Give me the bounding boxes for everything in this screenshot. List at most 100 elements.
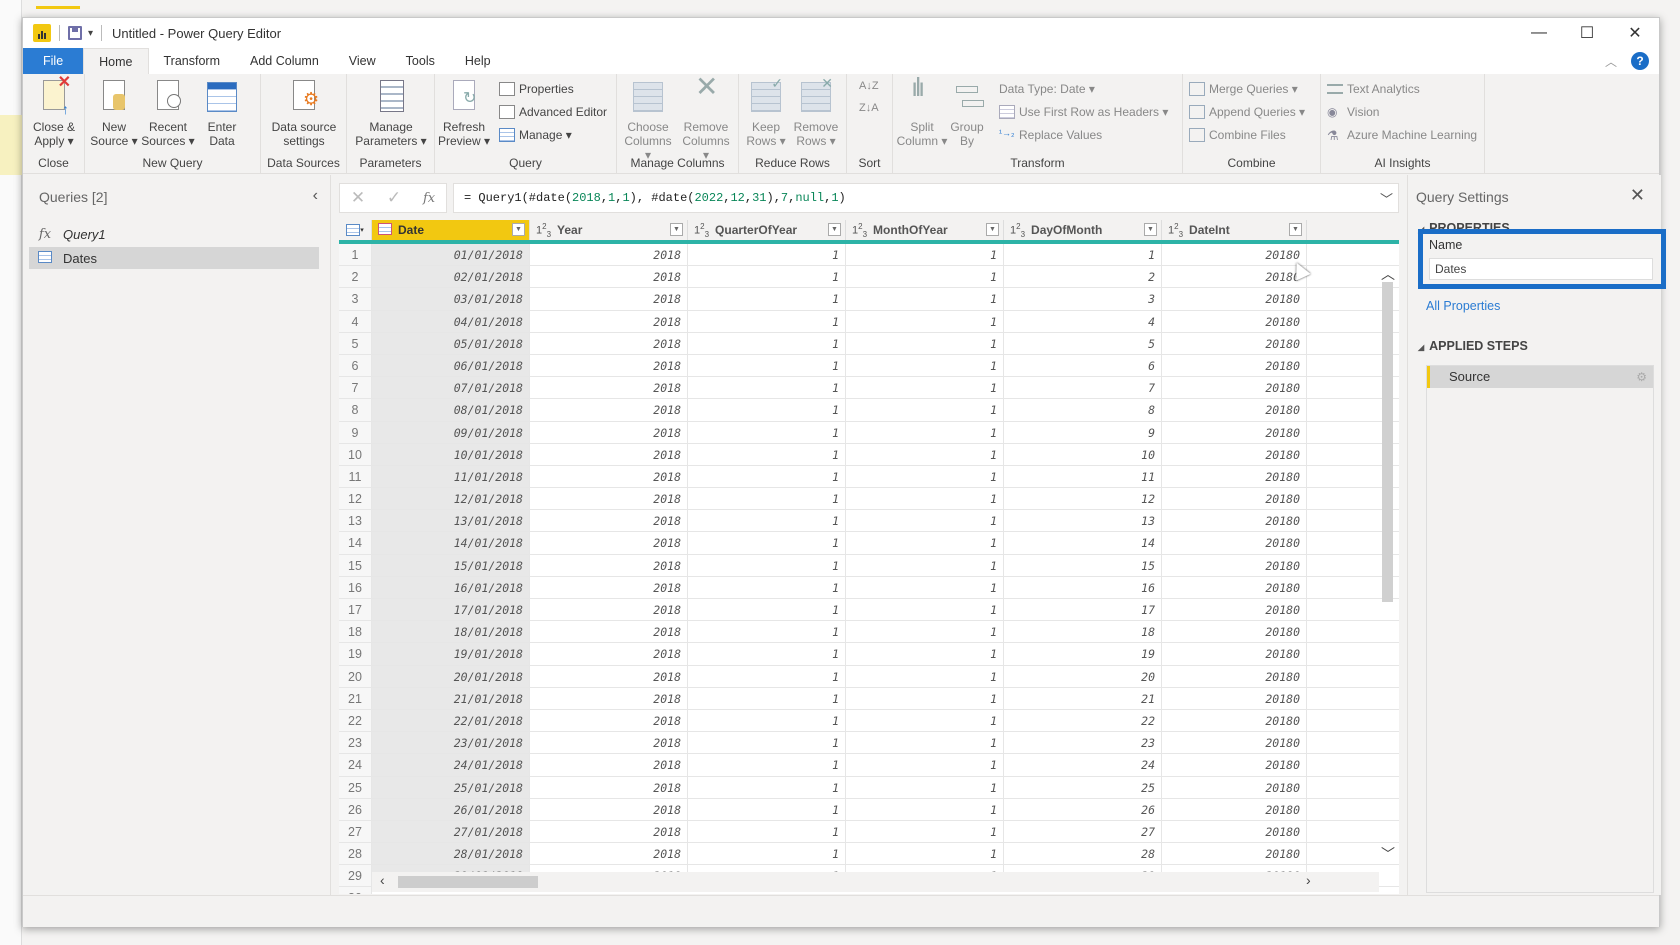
table-cell[interactable]: 16/01/2018 bbox=[372, 576, 530, 598]
table-cell[interactable]: 2018 bbox=[530, 665, 688, 687]
row-number[interactable]: 16 bbox=[339, 576, 372, 598]
table-cell[interactable]: 1 bbox=[688, 465, 846, 488]
table-cell[interactable]: 2018 bbox=[530, 399, 688, 421]
combine-files-button[interactable]: Combine Files bbox=[1189, 128, 1286, 142]
table-cell[interactable]: 1 bbox=[846, 709, 1004, 732]
scroll-up-chevron-icon[interactable]: ︿ bbox=[1381, 264, 1395, 284]
table-cell[interactable]: 18 bbox=[1004, 621, 1162, 643]
table-cell[interactable]: 2018 bbox=[530, 621, 688, 643]
table-cell[interactable]: 2018 bbox=[530, 244, 688, 266]
table-cell[interactable]: 2018 bbox=[530, 820, 688, 843]
table-cell[interactable]: 25 bbox=[1004, 776, 1162, 798]
whole-number-type-icon[interactable]: 123 bbox=[536, 222, 551, 239]
table-cell[interactable]: 1 bbox=[846, 288, 1004, 310]
column-filter-dropdown-icon[interactable]: ▼ bbox=[1289, 223, 1302, 236]
table-cell[interactable]: 2018 bbox=[530, 354, 688, 377]
row-number[interactable]: 13 bbox=[339, 510, 372, 532]
table-cell[interactable]: 1 bbox=[688, 266, 846, 288]
keep-rows-button[interactable]: ✓ Keep Rows ▾ bbox=[739, 76, 793, 148]
table-cell[interactable]: 14/01/2018 bbox=[372, 532, 530, 554]
refresh-preview-button[interactable]: ↻ Refresh Preview ▾ bbox=[437, 80, 491, 148]
table-cell[interactable]: 17 bbox=[1004, 599, 1162, 621]
table-cell[interactable]: 2018 bbox=[530, 732, 688, 754]
cancel-formula-icon[interactable]: ✕ bbox=[351, 188, 365, 208]
table-cell[interactable]: 24 bbox=[1004, 754, 1162, 776]
table-cell[interactable]: 20180 bbox=[1162, 621, 1307, 643]
insert-function-fx-icon[interactable]: fx bbox=[423, 191, 435, 206]
table-cell[interactable]: 20180 bbox=[1162, 288, 1307, 310]
row-number[interactable]: 12 bbox=[339, 488, 372, 510]
table-cell[interactable]: 2018 bbox=[530, 488, 688, 510]
table-cell[interactable]: 1 bbox=[688, 354, 846, 377]
table-cell[interactable]: 2018 bbox=[530, 798, 688, 820]
enter-data-button[interactable]: Enter Data bbox=[195, 80, 249, 148]
table-cell[interactable]: 13 bbox=[1004, 510, 1162, 532]
table-cell[interactable]: 08/01/2018 bbox=[372, 399, 530, 421]
column-filter-dropdown-icon[interactable]: ▼ bbox=[1144, 223, 1157, 236]
table-cell[interactable]: 1 bbox=[688, 798, 846, 820]
table-cell[interactable]: 22/01/2018 bbox=[372, 709, 530, 732]
table-cell[interactable]: 07/01/2018 bbox=[372, 377, 530, 399]
row-number[interactable]: 25 bbox=[339, 776, 372, 798]
column-header-monthofyear[interactable]: 123 MonthOfYear ▼ bbox=[846, 220, 1004, 240]
query-name-input[interactable]: Dates bbox=[1429, 258, 1653, 280]
table-cell[interactable]: 1 bbox=[688, 377, 846, 399]
table-cell[interactable]: 28/01/2018 bbox=[372, 843, 530, 865]
table-cell[interactable]: 1 bbox=[846, 421, 1004, 443]
table-cell[interactable]: 1 bbox=[688, 665, 846, 687]
horizontal-scrollbar[interactable]: ‹ › bbox=[372, 872, 1379, 892]
table-cell[interactable]: 20180 bbox=[1162, 332, 1307, 354]
column-header-date[interactable]: Date ▼ bbox=[372, 220, 530, 240]
table-cell[interactable]: 1 bbox=[688, 576, 846, 598]
table-cell[interactable]: 1 bbox=[688, 732, 846, 754]
close-apply-button[interactable]: ✕ ↑ Close & Apply ▾ bbox=[27, 75, 81, 149]
row-number[interactable]: 1 bbox=[339, 244, 372, 266]
maximize-button[interactable]: ☐ bbox=[1563, 18, 1611, 48]
table-cell[interactable]: 26 bbox=[1004, 798, 1162, 820]
table-cell[interactable]: 1 bbox=[846, 465, 1004, 488]
sort-ascending-button[interactable]: A↓Z bbox=[859, 80, 879, 92]
table-cell[interactable]: 05/01/2018 bbox=[372, 332, 530, 354]
row-number[interactable]: 11 bbox=[339, 465, 372, 488]
table-cell[interactable]: 03/01/2018 bbox=[372, 288, 530, 310]
column-filter-dropdown-icon[interactable]: ▼ bbox=[986, 223, 999, 236]
table-cell[interactable]: 22 bbox=[1004, 709, 1162, 732]
table-cell[interactable]: 27/01/2018 bbox=[372, 820, 530, 843]
table-cell[interactable]: 20180 bbox=[1162, 843, 1307, 865]
append-queries-button[interactable]: Append Queries ▾ bbox=[1189, 105, 1305, 119]
table-cell[interactable]: 20180 bbox=[1162, 244, 1307, 266]
table-cell[interactable]: 20180 bbox=[1162, 532, 1307, 554]
table-cell[interactable]: 1 bbox=[688, 399, 846, 421]
table-cell[interactable]: 1 bbox=[846, 266, 1004, 288]
table-cell[interactable]: 3 bbox=[1004, 288, 1162, 310]
table-cell[interactable]: 1 bbox=[846, 687, 1004, 709]
table-cell[interactable]: 8 bbox=[1004, 399, 1162, 421]
table-cell[interactable]: 20180 bbox=[1162, 266, 1307, 288]
table-cell[interactable]: 2018 bbox=[530, 843, 688, 865]
table-cell[interactable]: 20180 bbox=[1162, 776, 1307, 798]
row-number[interactable]: 4 bbox=[339, 310, 372, 332]
data-type-dropdown[interactable]: Data Type: Date ▾ bbox=[999, 82, 1095, 96]
tab-file[interactable]: File bbox=[23, 48, 84, 74]
table-cell[interactable]: 20180 bbox=[1162, 798, 1307, 820]
table-cell[interactable]: 1 bbox=[846, 354, 1004, 377]
collapse-ribbon-icon[interactable]: ︿ bbox=[1605, 53, 1617, 70]
table-cell[interactable]: 9 bbox=[1004, 421, 1162, 443]
merge-queries-button[interactable]: Merge Queries ▾ bbox=[1189, 82, 1298, 96]
table-cell[interactable]: 1 bbox=[846, 665, 1004, 687]
tab-view[interactable]: View bbox=[334, 48, 391, 74]
table-cell[interactable]: 2018 bbox=[530, 554, 688, 576]
table-options-icon[interactable]: ▾ bbox=[339, 220, 372, 240]
whole-number-type-icon[interactable]: 123 bbox=[1010, 222, 1025, 239]
table-cell[interactable]: 11/01/2018 bbox=[372, 465, 530, 488]
minimize-button[interactable]: — bbox=[1515, 18, 1563, 48]
vision-button[interactable]: ◉ Vision bbox=[1327, 105, 1379, 119]
row-number[interactable]: 24 bbox=[339, 754, 372, 776]
table-cell[interactable]: 24/01/2018 bbox=[372, 754, 530, 776]
table-cell[interactable]: 20180 bbox=[1162, 510, 1307, 532]
row-number[interactable]: 5 bbox=[339, 332, 372, 354]
column-filter-dropdown-icon[interactable]: ▼ bbox=[670, 223, 683, 236]
table-cell[interactable]: 2018 bbox=[530, 687, 688, 709]
table-cell[interactable]: 1 bbox=[846, 554, 1004, 576]
table-cell[interactable]: 6 bbox=[1004, 354, 1162, 377]
